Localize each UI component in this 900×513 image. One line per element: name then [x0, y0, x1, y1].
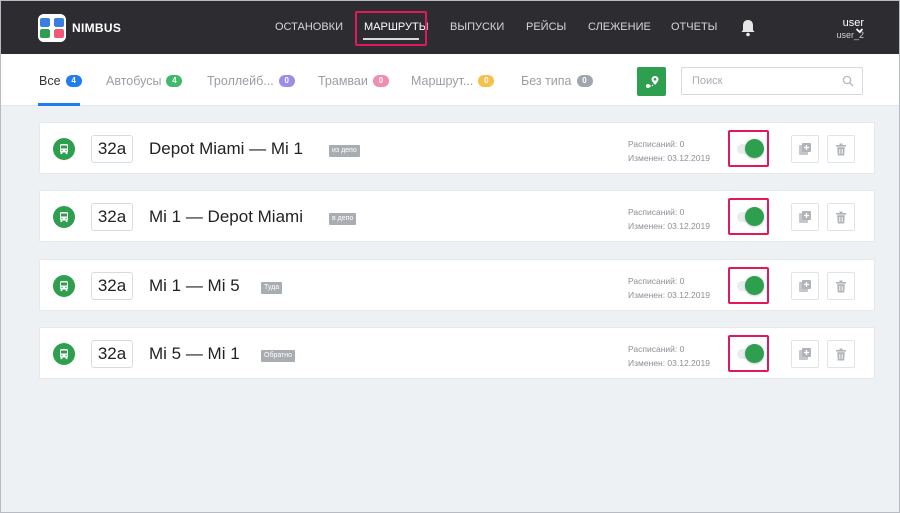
bus-icon: [53, 206, 75, 228]
nimbus-logo-icon: [38, 14, 66, 42]
nav-active-underline: [363, 38, 419, 40]
schedules-count: Расписаний: 0: [628, 344, 685, 354]
map-route-icon: [645, 75, 658, 88]
delete-route-button[interactable]: [827, 135, 855, 163]
route-direction-badge: Туда: [261, 282, 283, 294]
route-meta: Расписаний: 0 Изменен: 03.12.2019: [628, 274, 710, 302]
changed-date: Изменен: 03.12.2019: [628, 358, 710, 368]
trash-icon: [836, 143, 846, 155]
nav-item-reports[interactable]: ОТЧЕТЫ: [671, 21, 717, 33]
route-number: 32a: [91, 340, 133, 368]
delete-route-button[interactable]: [827, 340, 855, 368]
copy-route-button[interactable]: [791, 135, 819, 163]
filter-tabs-bar: Все 4 Автобусы 4 Троллейб... 0 Трамваи 0…: [0, 54, 900, 106]
route-toggle-highlight: [728, 130, 769, 167]
toggle-knob[interactable]: [745, 344, 764, 363]
route-meta: Расписаний: 0 Изменен: 03.12.2019: [628, 342, 710, 370]
search-field[interactable]: [681, 67, 863, 95]
tab-label: Трамваи: [318, 74, 368, 88]
schedules-count: Расписаний: 0: [628, 207, 685, 217]
toggle-knob[interactable]: [745, 139, 764, 158]
nav-item-releases[interactable]: ВЫПУСКИ: [450, 21, 504, 33]
copy-add-icon: [799, 280, 811, 292]
tab-trams[interactable]: Трамваи 0: [318, 74, 389, 88]
count-badge: 0: [372, 75, 389, 87]
changed-date: Изменен: 03.12.2019: [628, 290, 710, 300]
route-card[interactable]: 32a Depot Miami — Mi 1 из депо Расписани…: [39, 122, 875, 174]
search-icon[interactable]: [842, 75, 854, 87]
route-direction-badge: Обратно: [261, 350, 296, 362]
route-name[interactable]: Mi 1 — Mi 5: [149, 276, 240, 296]
copy-route-button[interactable]: [791, 203, 819, 231]
route-card[interactable]: 32a Mi 1 — Depot Miami в депо Расписаний…: [39, 190, 875, 242]
active-tab-underline: [38, 103, 80, 106]
nav-item-stops[interactable]: ОСТАНОВКИ: [275, 21, 343, 33]
trash-icon: [836, 280, 846, 292]
changed-date: Изменен: 03.12.2019: [628, 221, 710, 231]
chevron-down-icon[interactable]: [855, 22, 864, 34]
route-name[interactable]: Mi 1 — Depot Miami: [149, 207, 303, 227]
tab-label: Все: [39, 74, 61, 88]
copy-route-button[interactable]: [791, 272, 819, 300]
route-toggle-highlight: [728, 335, 769, 372]
route-number: 32a: [91, 203, 133, 231]
brand-name: NIMBUS: [72, 21, 122, 35]
tab-label: Троллейб...: [207, 74, 274, 88]
schedules-count: Расписаний: 0: [628, 139, 685, 149]
trash-icon: [836, 211, 846, 223]
tab-buses[interactable]: Автобусы 4: [106, 74, 183, 88]
tab-label: Без типа: [521, 74, 572, 88]
toggle-knob[interactable]: [745, 276, 764, 295]
route-toggle-highlight: [728, 267, 769, 304]
bus-icon: [53, 343, 75, 365]
route-direction-badge: из депо: [329, 145, 360, 157]
logo[interactable]: NIMBUS: [38, 14, 121, 42]
tab-untyped[interactable]: Без типа 0: [521, 74, 593, 88]
nav-active-highlight: [355, 11, 427, 46]
count-badge: 0: [478, 75, 495, 87]
route-name[interactable]: Depot Miami — Mi 1: [149, 139, 303, 159]
nav-item-tracking[interactable]: СЛЕЖЕНИЕ: [588, 21, 651, 33]
bus-icon: [53, 275, 75, 297]
copy-add-icon: [799, 143, 811, 155]
route-number: 32a: [91, 135, 133, 163]
copy-add-icon: [799, 211, 811, 223]
count-badge: 4: [166, 75, 183, 87]
tab-minibuses[interactable]: Маршрут... 0: [411, 74, 495, 88]
tab-label: Маршрут...: [411, 74, 474, 88]
route-name[interactable]: Mi 5 — Mi 1: [149, 344, 240, 364]
schedules-count: Расписаний: 0: [628, 276, 685, 286]
tab-trolleybuses[interactable]: Троллейб... 0: [207, 74, 295, 88]
changed-date: Изменен: 03.12.2019: [628, 153, 710, 163]
top-navbar: NIMBUS ОСТАНОВКИ МАРШРУТЫ ВЫПУСКИ РЕЙСЫ …: [0, 0, 900, 54]
map-route-button[interactable]: [637, 67, 666, 96]
toggle-knob[interactable]: [745, 207, 764, 226]
tab-label: Автобусы: [106, 74, 162, 88]
tab-all[interactable]: Все 4: [39, 74, 82, 88]
search-input[interactable]: [682, 68, 832, 94]
count-badge: 4: [65, 75, 82, 87]
copy-route-button[interactable]: [791, 340, 819, 368]
bus-icon: [53, 138, 75, 160]
count-badge: 0: [278, 75, 295, 87]
delete-route-button[interactable]: [827, 203, 855, 231]
nav-item-trips[interactable]: РЕЙСЫ: [526, 21, 566, 33]
bell-icon[interactable]: [740, 19, 756, 37]
route-card[interactable]: 32a Mi 1 — Mi 5 Туда Расписаний: 0 Измен…: [39, 259, 875, 311]
trash-icon: [836, 348, 846, 360]
route-meta: Расписаний: 0 Изменен: 03.12.2019: [628, 205, 710, 233]
route-number: 32a: [91, 272, 133, 300]
copy-add-icon: [799, 348, 811, 360]
route-meta: Расписаний: 0 Изменен: 03.12.2019: [628, 137, 710, 165]
route-toggle-highlight: [728, 198, 769, 235]
route-card[interactable]: 32a Mi 5 — Mi 1 Обратно Расписаний: 0 Из…: [39, 327, 875, 379]
count-badge: 0: [576, 75, 593, 87]
route-direction-badge: в депо: [329, 213, 357, 225]
delete-route-button[interactable]: [827, 272, 855, 300]
